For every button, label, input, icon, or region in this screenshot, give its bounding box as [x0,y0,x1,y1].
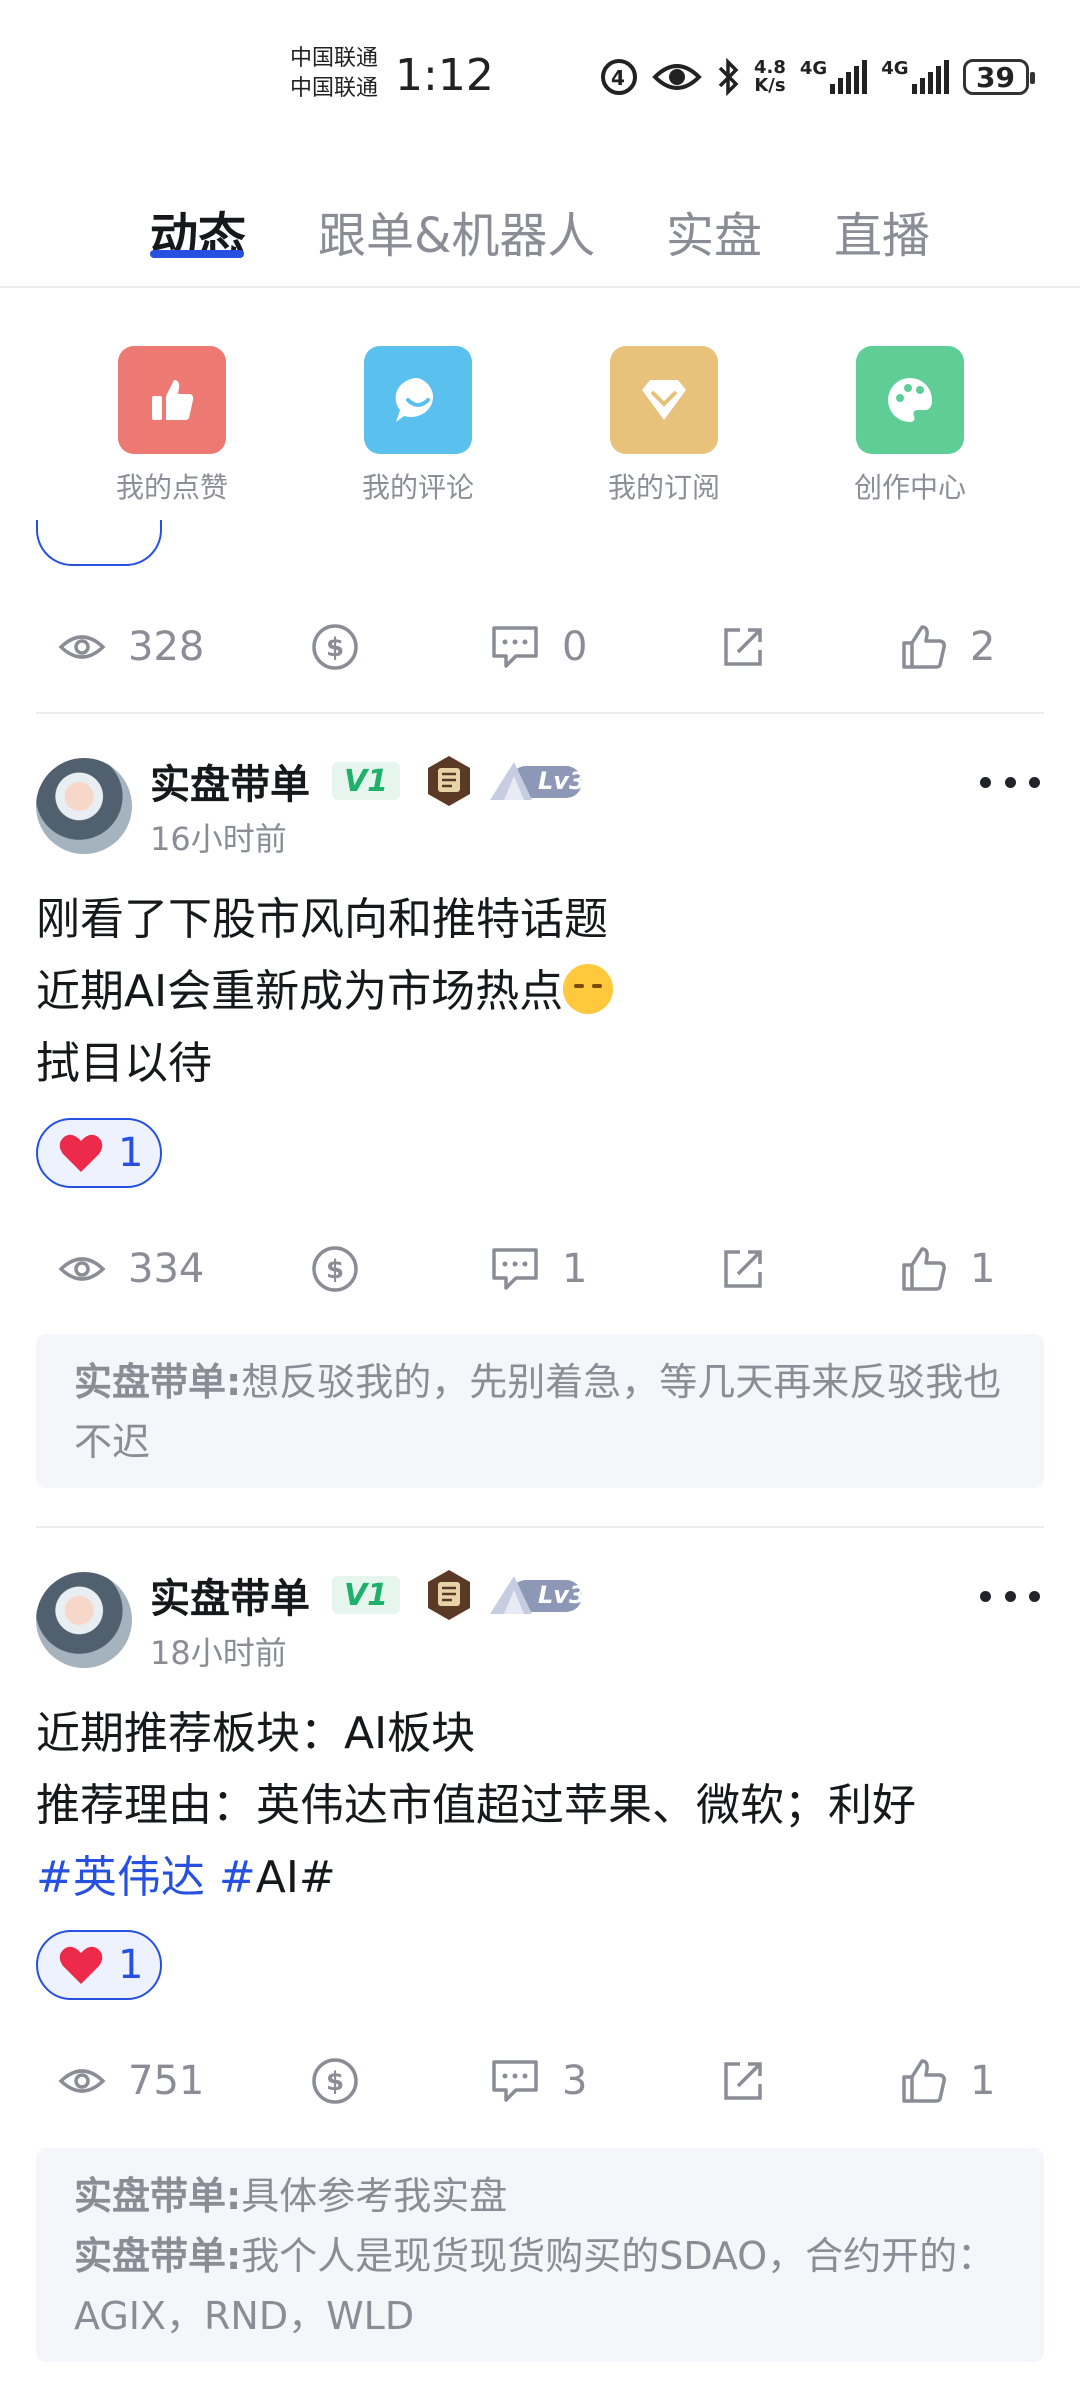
views-count: 751 [58,2046,204,2116]
post-divider [36,1526,1044,1528]
palette-icon [856,346,964,454]
tip-button[interactable]: $ [310,1234,360,1304]
my-likes-button[interactable]: 我的点赞 [92,346,252,506]
signal-1: 4G [800,60,868,94]
battery-indicator: 39 [962,59,1035,95]
level-badge: Lv3 [486,760,586,802]
post-actions: 334 $ 1 1 [36,1234,1044,1304]
comment-preview-line: 实盘带单:我个人是现货现货购买的SDAO，合约开的：AGIX，RND，WLD [74,2234,996,2338]
heart-reaction-pill[interactable]: 1 [36,1118,162,1188]
svg-text:$: $ [326,633,344,663]
comment-button[interactable]: 3 [490,2046,587,2116]
share-button[interactable] [720,1234,766,1304]
comment-preview-line: 实盘带单:想反驳我的，先别着急，等几天再来反驳我也不迟 [74,1360,1002,1464]
medal-badge-icon [428,756,470,806]
author-name[interactable]: 实盘带单 [150,1566,310,1624]
comment-icon [364,346,472,454]
diamond-icon [610,346,718,454]
share-icon [724,2062,762,2100]
bluetooth-icon [718,58,739,96]
share-button[interactable] [720,2046,766,2116]
post-content: 近期推荐板块：AI板块 推荐理由：英伟达市值超过苹果、微软；利好 #英伟达 #A… [36,1708,916,1903]
post-time: 18小时前 [150,1634,287,1672]
my-likes-label: 我的点赞 [115,471,228,504]
comment-preview[interactable]: 实盘带单:具体参考我实盘 实盘带单:我个人是现货现货购买的SDAO，合约开的：A… [36,2148,1044,2362]
post-time: 16小时前 [150,820,287,858]
creator-center-button[interactable]: 创作中心 [830,346,990,506]
my-subscriptions-label: 我的订阅 [607,471,720,504]
comment-bubble-icon [492,1248,538,1290]
svg-text:$: $ [326,1255,344,1285]
coin-icon: $ [312,624,358,670]
tip-button[interactable]: $ [310,2046,360,2116]
svg-text:4: 4 [611,66,625,90]
post-actions: 328 $ 0 2 [36,612,1044,682]
views-count: 328 [58,612,204,682]
eye-icon [58,2069,106,2093]
carrier-2: 中国联通 [290,76,379,101]
more-options-button[interactable] [980,772,1040,792]
carrier-label: 中国联通 中国联通 [290,44,378,104]
relieved-face-emoji-icon [563,964,614,1014]
coin-icon: $ [312,2058,358,2104]
medal-badge-icon [428,1570,470,1620]
thumbs-up-icon [902,625,946,669]
previous-reaction-pill[interactable] [36,520,162,566]
comment-bubble-icon [492,2060,538,2102]
clock: 1:12 [395,50,494,101]
svg-text:$: $ [326,2067,344,2097]
thumbs-up-icon [118,346,226,454]
post-divider [36,712,1044,714]
hashtag-link[interactable]: #英伟达 [36,1852,205,1903]
more-options-button[interactable] [980,1586,1040,1606]
tab-bar: 动态 跟单&机器人 实盘 直播 [0,180,1080,288]
tab-copy-trading[interactable]: 跟单&机器人 [318,196,595,266]
like-button[interactable]: 2 [900,612,995,682]
tab-live-stream[interactable]: 直播 [834,196,930,266]
comment-bubble-icon [492,626,538,668]
vip-badge: V1 [332,1576,400,1614]
my-comments-label: 我的评论 [361,471,474,504]
avatar[interactable] [36,758,132,854]
avatar[interactable] [36,1572,132,1668]
eye-icon [652,64,702,90]
eye-icon [58,635,106,659]
net-speed: 4.8 K/s [754,57,786,96]
hashtag-link[interactable]: # [219,1852,256,1903]
heart-icon [59,1134,103,1172]
active-tab-indicator [150,250,244,258]
my-comments-button[interactable]: 我的评论 [338,346,498,506]
views-count: 334 [58,1234,204,1304]
share-button[interactable] [720,612,766,682]
tip-button[interactable]: $ [310,612,360,682]
share-icon [724,1250,762,1288]
creator-center-label: 创作中心 [853,471,966,504]
my-subscriptions-button[interactable]: 我的订阅 [584,346,744,506]
like-button[interactable]: 1 [900,2046,995,2116]
heart-reaction-pill[interactable]: 1 [36,1930,162,2000]
share-icon [724,628,762,666]
like-button[interactable]: 1 [900,1234,995,1304]
comment-preview[interactable]: 实盘带单:想反驳我的，先别着急，等几天再来反驳我也不迟 [36,1334,1044,1488]
signal-2: 4G [881,60,949,94]
comment-preview-line: 实盘带单:具体参考我实盘 [74,2174,508,2218]
comment-button[interactable]: 0 [490,612,587,682]
carrier-1: 中国联通 [290,46,379,71]
heart-icon [59,1946,103,1984]
status-bar: 中国联通 中国联通 1:12 4 4.8 K/s 4G 4G 39 [0,0,1080,150]
coin-icon: $ [312,1246,358,1292]
thumbs-up-icon [902,2059,946,2103]
tab-live-account[interactable]: 实盘 [666,196,762,266]
vip-badge: V1 [332,762,400,800]
post-actions: 751 $ 3 1 [36,2046,1044,2116]
volte-icon: 4 [601,59,637,95]
eye-icon [58,1257,106,1281]
level-badge: Lv3 [486,1574,586,1616]
comment-button[interactable]: 1 [490,1234,587,1304]
post-content: 刚看了下股市风向和推特话题 近期AI会重新成为市场热点 拭目以待 [36,884,1046,1100]
thumbs-up-icon [902,1247,946,1291]
author-name[interactable]: 实盘带单 [150,752,310,810]
